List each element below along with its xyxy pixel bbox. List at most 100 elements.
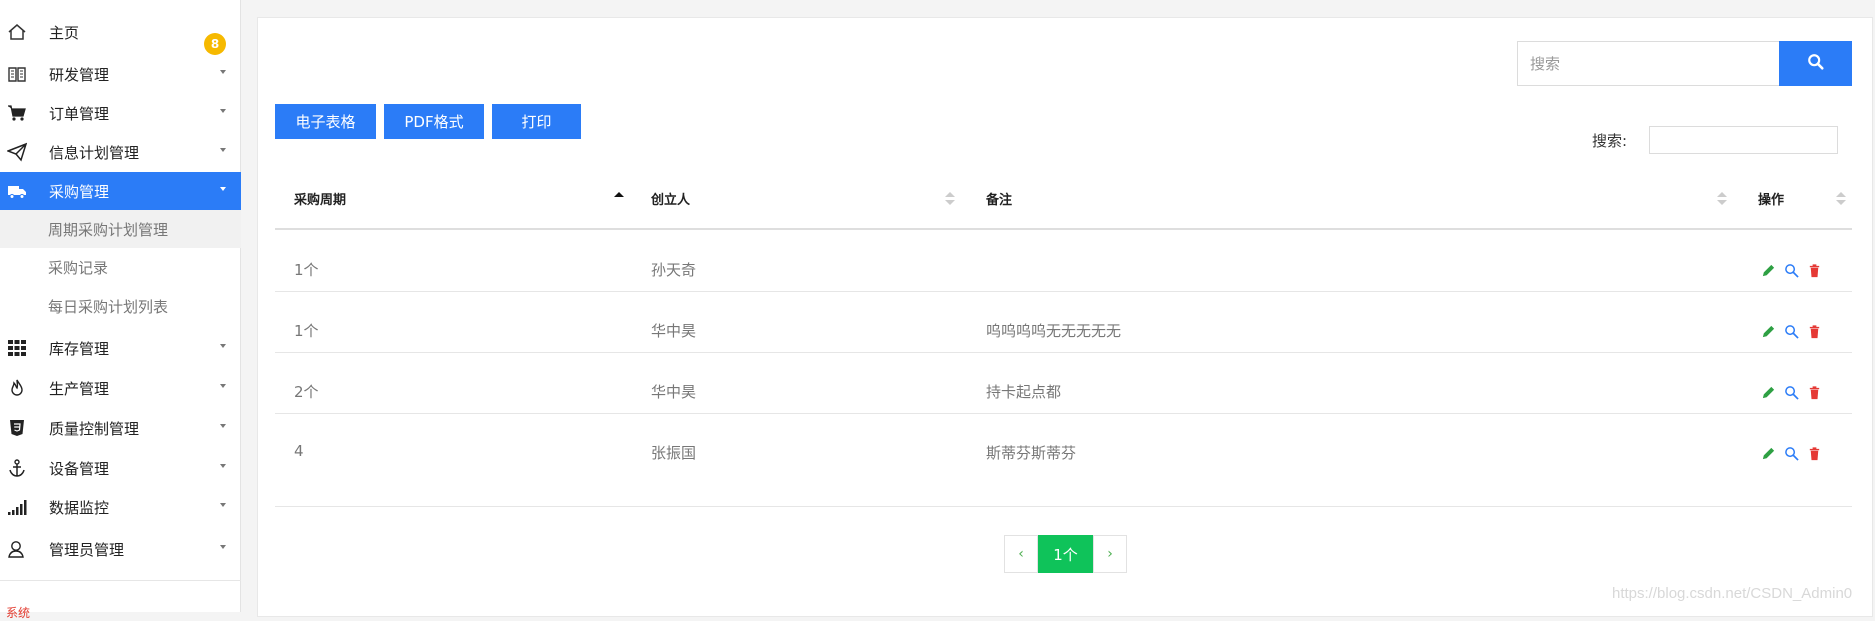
delete-icon[interactable] bbox=[1807, 444, 1830, 462]
delete-icon[interactable] bbox=[1807, 322, 1830, 340]
sort-icon[interactable] bbox=[1717, 192, 1727, 206]
cell-note: 斯蒂芬斯蒂芬 bbox=[986, 444, 1077, 462]
sidebar-item-monitoring[interactable]: 数据监控 bbox=[0, 488, 241, 526]
search-icon bbox=[1807, 53, 1825, 75]
row-actions bbox=[1761, 383, 1830, 401]
filter-label: 搜索: bbox=[1592, 132, 1628, 150]
anchor-icon bbox=[6, 457, 28, 479]
sidebar-item-label: 采购管理 bbox=[49, 182, 110, 201]
search-button[interactable] bbox=[1779, 41, 1852, 86]
sidebar-item-orders[interactable]: 订单管理 bbox=[0, 94, 241, 132]
sidebar-item-info-plan[interactable]: 信息计划管理 bbox=[0, 133, 241, 171]
sidebar-item-rd[interactable]: 研发管理 bbox=[0, 55, 241, 93]
sidebar-item-equipment[interactable]: 设备管理 bbox=[0, 449, 241, 487]
sidebar-item-label: 库存管理 bbox=[49, 339, 110, 358]
sort-asc-icon[interactable] bbox=[614, 192, 624, 206]
table-bottom-divider bbox=[275, 506, 1852, 507]
table-header-divider bbox=[275, 228, 1852, 230]
sidebar-item-inventory[interactable]: 库存管理 bbox=[0, 329, 241, 367]
cell-creator: 张振国 bbox=[651, 444, 697, 462]
cell-creator: 华中昊 bbox=[651, 322, 697, 340]
sidebar-subitem-label: 采购记录 bbox=[48, 258, 109, 277]
row-divider bbox=[275, 352, 1852, 353]
sidebar-item-label: 管理员管理 bbox=[49, 540, 125, 559]
grid-icon bbox=[6, 337, 28, 359]
delete-icon[interactable] bbox=[1807, 383, 1830, 401]
chevron-down-icon bbox=[220, 545, 226, 549]
home-icon bbox=[6, 21, 28, 43]
pagination-next-button[interactable]: › bbox=[1093, 535, 1127, 573]
cell-creator: 孙天奇 bbox=[651, 261, 697, 279]
edit-icon[interactable] bbox=[1761, 383, 1784, 401]
signal-icon bbox=[6, 496, 28, 518]
edit-icon[interactable] bbox=[1761, 261, 1784, 279]
cell-note: 呜呜呜呜无无无无无 bbox=[986, 322, 1122, 340]
row-divider bbox=[275, 413, 1852, 414]
sidebar-item-admins[interactable]: 管理员管理 bbox=[0, 530, 241, 568]
column-header-creator[interactable]: 创立人 bbox=[651, 188, 690, 208]
delete-icon[interactable] bbox=[1807, 261, 1830, 279]
sidebar-footer-text[interactable]: 系统 bbox=[6, 604, 30, 621]
chevron-down-icon bbox=[220, 464, 226, 468]
chevron-down-icon bbox=[220, 344, 226, 348]
sidebar-item-quality[interactable]: 质量控制管理 bbox=[0, 409, 241, 447]
cell-period: 4 bbox=[294, 442, 304, 460]
sidebar: 主页 8 研发管理 订单管理 信息计划管理 采购管理 周期采购计划管理 采购记录 bbox=[0, 0, 241, 620]
edit-icon[interactable] bbox=[1761, 322, 1784, 340]
edit-icon[interactable] bbox=[1761, 444, 1784, 462]
pagination-prev-button[interactable]: ‹ bbox=[1004, 535, 1038, 573]
sidebar-item-purchase[interactable]: 采购管理 bbox=[0, 172, 241, 210]
sidebar-item-label: 信息计划管理 bbox=[49, 143, 140, 162]
row-actions bbox=[1761, 322, 1830, 340]
chevron-down-icon bbox=[220, 424, 226, 428]
cell-creator: 华中昊 bbox=[651, 383, 697, 401]
view-search-icon[interactable] bbox=[1784, 383, 1807, 401]
sidebar-item-production[interactable]: 生产管理 bbox=[0, 369, 241, 407]
book-icon bbox=[6, 63, 28, 85]
search-input[interactable] bbox=[1517, 41, 1779, 86]
print-button[interactable]: 打印 bbox=[492, 104, 581, 139]
sidebar-subitem-purchase-records[interactable]: 采购记录 bbox=[0, 248, 241, 286]
view-search-icon[interactable] bbox=[1784, 322, 1807, 340]
sidebar-item-label: 设备管理 bbox=[49, 459, 110, 478]
chevron-down-icon bbox=[220, 109, 226, 113]
chevron-down-icon bbox=[220, 384, 226, 388]
cell-note: 持卡起点都 bbox=[986, 383, 1062, 401]
cell-period: 1个 bbox=[294, 322, 319, 340]
chevron-down-icon bbox=[220, 187, 226, 191]
view-search-icon[interactable] bbox=[1784, 444, 1807, 462]
sidebar-item-label: 生产管理 bbox=[49, 379, 110, 398]
sidebar-subitem-label: 周期采购计划管理 bbox=[48, 220, 169, 239]
sidebar-subitem-periodic-plan[interactable]: 周期采购计划管理 bbox=[0, 210, 241, 248]
export-pdf-button[interactable]: PDF格式 bbox=[384, 104, 484, 139]
sidebar-item-home[interactable]: 主页 8 bbox=[0, 13, 241, 55]
view-search-icon[interactable] bbox=[1784, 261, 1807, 279]
chevron-down-icon bbox=[220, 148, 226, 152]
export-excel-button[interactable]: 电子表格 bbox=[275, 104, 376, 139]
sidebar-subitem-label: 每日采购计划列表 bbox=[48, 297, 169, 316]
sidebar-subitem-daily-plan[interactable]: 每日采购计划列表 bbox=[0, 287, 241, 325]
column-header-note[interactable]: 备注 bbox=[986, 188, 1012, 208]
fire-icon bbox=[6, 377, 28, 399]
main-panel: 电子表格 PDF格式 打印 搜索: 采购周期 创立人 备注 操作 1个 孙天奇 … bbox=[257, 17, 1873, 617]
column-header-period[interactable]: 采购周期 bbox=[294, 188, 346, 208]
row-divider bbox=[275, 291, 1852, 292]
html5-icon bbox=[6, 417, 28, 439]
sidebar-item-label: 数据监控 bbox=[49, 498, 110, 517]
sidebar-item-label: 质量控制管理 bbox=[49, 419, 140, 438]
sidebar-item-label: 研发管理 bbox=[49, 65, 110, 84]
column-header-actions[interactable]: 操作 bbox=[1758, 188, 1784, 208]
cart-icon bbox=[6, 102, 28, 124]
row-actions bbox=[1761, 444, 1830, 462]
watermark-text: https://blog.csdn.net/CSDN_Admin0 bbox=[1612, 585, 1853, 602]
table-filter-input[interactable] bbox=[1649, 126, 1838, 154]
row-actions bbox=[1761, 261, 1830, 279]
notification-badge: 8 bbox=[204, 33, 226, 55]
pagination-current-page[interactable]: 1个 bbox=[1038, 535, 1093, 573]
sort-icon[interactable] bbox=[1836, 192, 1846, 206]
sidebar-item-label: 订单管理 bbox=[49, 104, 110, 123]
sort-icon[interactable] bbox=[945, 192, 955, 206]
cell-period: 1个 bbox=[294, 261, 319, 279]
sidebar-divider bbox=[0, 580, 241, 581]
chevron-down-icon bbox=[220, 503, 226, 507]
